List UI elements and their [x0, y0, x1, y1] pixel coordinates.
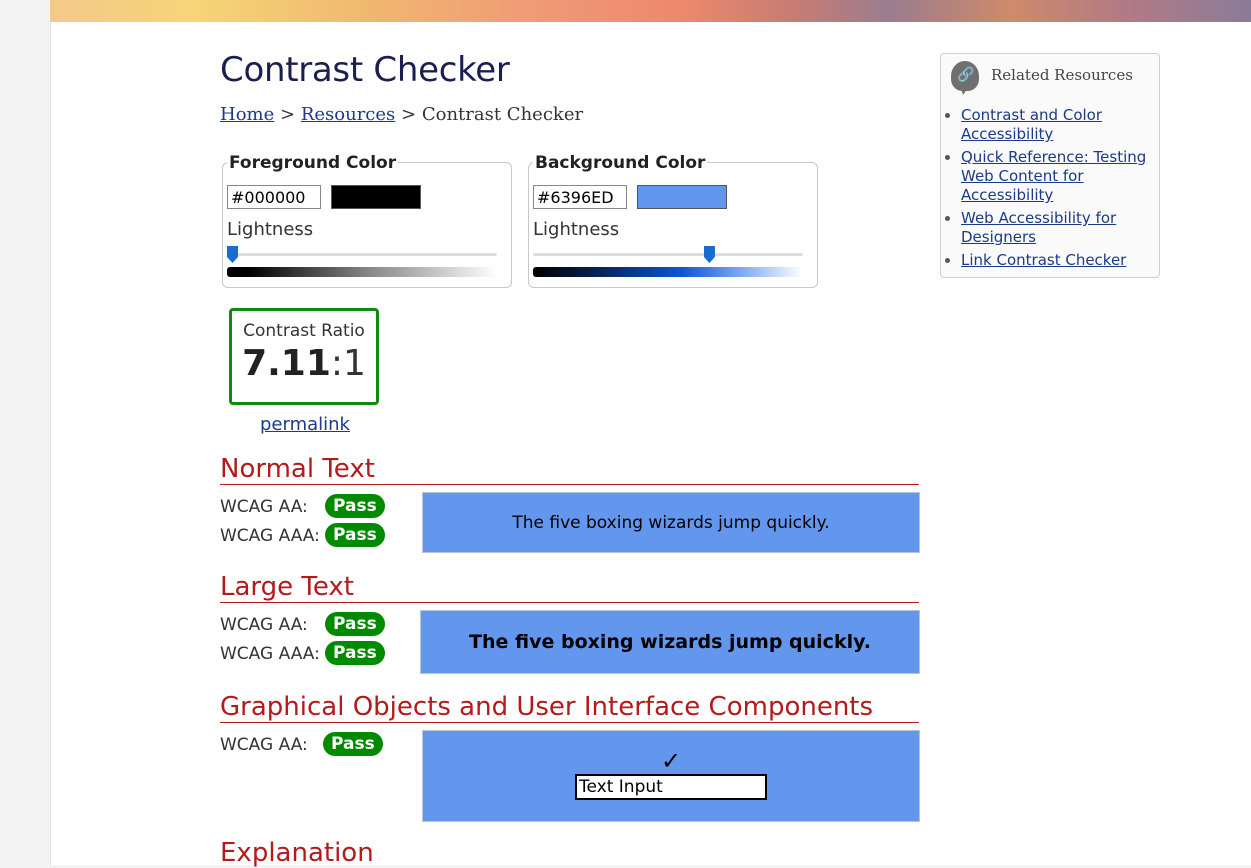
graphical-aa-label: WCAG AA:	[220, 735, 308, 755]
background-lightness-label: Lightness	[533, 219, 620, 240]
large-aa-pass-badge: Pass	[325, 612, 385, 636]
large-aaa-label: WCAG AAA:	[220, 644, 320, 664]
contrast-ratio-number: 7.11	[242, 343, 331, 384]
related-resources-panel: 🔗 Related Resources Contrast and Color A…	[940, 53, 1160, 278]
foreground-lightness-gradient	[227, 267, 497, 277]
normal-text-sample-text: The five boxing wizards jump quickly.	[512, 512, 830, 533]
foreground-lightness-track[interactable]	[227, 253, 497, 256]
normal-text-heading: Normal Text	[220, 454, 919, 485]
foreground-lightness-label: Lightness	[227, 219, 314, 240]
breadcrumb-home-link[interactable]: Home	[220, 104, 274, 125]
resource-link-contrast-color[interactable]: Contrast and Color Accessibility	[961, 106, 1102, 143]
resource-link-quick-reference[interactable]: Quick Reference: Testing Web Content for…	[961, 148, 1146, 204]
foreground-hex-input[interactable]	[227, 185, 321, 209]
list-item: Contrast and Color Accessibility	[961, 106, 1157, 144]
background-color-swatch[interactable]	[637, 185, 727, 209]
breadcrumb-resources-link[interactable]: Resources	[301, 104, 395, 125]
contrast-ratio-value: 7.11:1	[232, 343, 376, 384]
list-item: Web Accessibility for Designers	[961, 209, 1157, 247]
explanation-heading: Explanation	[220, 838, 374, 868]
graphical-objects-heading: Graphical Objects and User Interface Com…	[220, 692, 919, 723]
related-resources-heading: Related Resources	[991, 66, 1133, 84]
permalink-link[interactable]: permalink	[260, 414, 350, 435]
large-text-heading: Large Text	[220, 572, 919, 603]
list-item: Quick Reference: Testing Web Content for…	[961, 148, 1157, 205]
contrast-ratio-suffix: :1	[330, 343, 366, 384]
normal-aa-pass-badge: Pass	[325, 494, 385, 518]
header-banner	[50, 0, 1251, 22]
graphical-aa-pass-badge: Pass	[323, 732, 383, 756]
related-resources-list: Contrast and Color Accessibility Quick R…	[945, 106, 1157, 274]
contrast-ratio-label: Contrast Ratio	[243, 321, 365, 341]
background-lightness-track[interactable]	[533, 253, 803, 256]
foreground-color-group: Foreground Color Lightness	[222, 153, 512, 288]
link-icon: 🔗	[951, 61, 979, 91]
breadcrumb-separator: >	[280, 104, 296, 125]
normal-aaa-label: WCAG AAA:	[220, 526, 320, 546]
normal-text-sample: The five boxing wizards jump quickly.	[422, 492, 920, 553]
page-title: Contrast Checker	[220, 50, 510, 90]
background-hex-input[interactable]	[533, 185, 627, 209]
resource-link-link-contrast[interactable]: Link Contrast Checker	[961, 251, 1126, 269]
breadcrumb-separator: >	[401, 104, 417, 125]
breadcrumb: Home > Resources > Contrast Checker	[220, 104, 583, 125]
large-aa-label: WCAG AA:	[220, 615, 308, 635]
list-item: Link Contrast Checker	[961, 251, 1157, 270]
breadcrumb-current: Contrast Checker	[421, 104, 584, 125]
foreground-lightness-thumb[interactable]	[227, 246, 238, 263]
large-text-sample: The five boxing wizards jump quickly.	[420, 610, 920, 674]
background-lightness-thumb[interactable]	[703, 246, 715, 263]
normal-aaa-pass-badge: Pass	[325, 523, 385, 547]
large-text-sample-text: The five boxing wizards jump quickly.	[469, 631, 871, 653]
background-lightness-gradient	[533, 267, 803, 277]
normal-aa-label: WCAG AA:	[220, 497, 308, 517]
text-input-sample[interactable]: Text Input	[575, 774, 767, 800]
foreground-color-swatch[interactable]	[331, 185, 421, 209]
foreground-legend: Foreground Color	[227, 153, 399, 173]
background-legend: Background Color	[533, 153, 708, 173]
checkmark-icon: ✓	[660, 747, 682, 775]
background-color-group: Background Color Lightness	[528, 153, 818, 288]
large-aaa-pass-badge: Pass	[325, 641, 385, 665]
resource-link-designers[interactable]: Web Accessibility for Designers	[961, 209, 1116, 246]
graphical-objects-sample: ✓ Text Input	[422, 730, 920, 822]
contrast-ratio-box: Contrast Ratio 7.11:1	[229, 308, 379, 405]
